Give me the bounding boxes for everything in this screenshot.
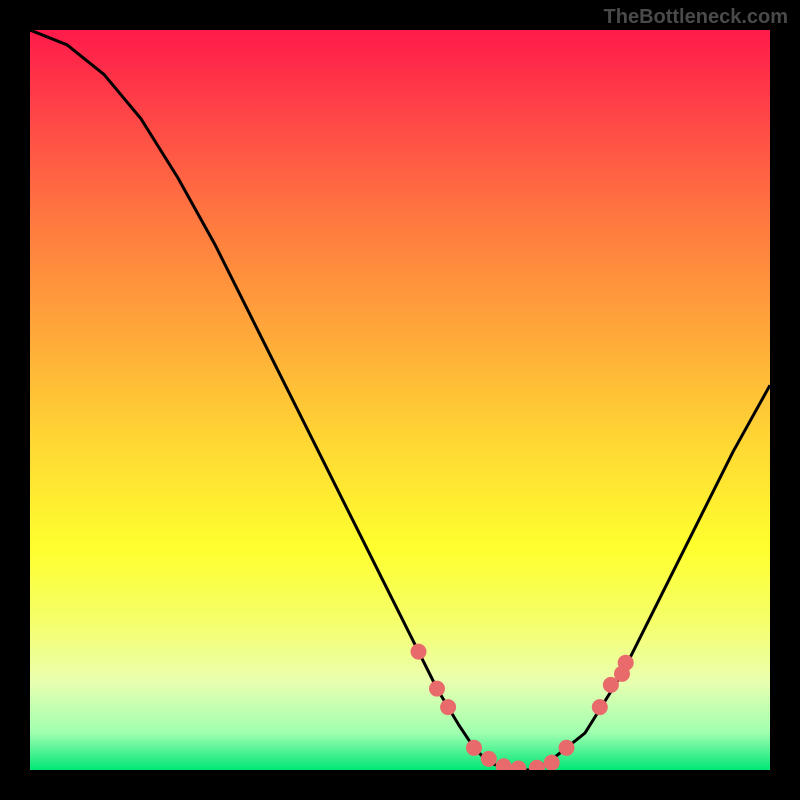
datapoint (529, 760, 545, 770)
datapoint (440, 699, 456, 715)
curve-line (30, 30, 770, 770)
plot-area (30, 30, 770, 770)
datapoint (592, 699, 608, 715)
datapoint (510, 761, 526, 771)
datapoints (411, 644, 634, 770)
datapoint (496, 758, 512, 770)
datapoint (466, 740, 482, 756)
datapoint (559, 740, 575, 756)
chart-frame: TheBottleneck.com (0, 0, 800, 800)
attribution-label: TheBottleneck.com (604, 6, 788, 29)
datapoint (411, 644, 427, 660)
datapoint (429, 681, 445, 697)
datapoint (481, 751, 497, 767)
datapoint (618, 655, 634, 671)
chart-svg (30, 30, 770, 770)
bottleneck-curve (30, 30, 770, 770)
datapoint (544, 755, 560, 770)
